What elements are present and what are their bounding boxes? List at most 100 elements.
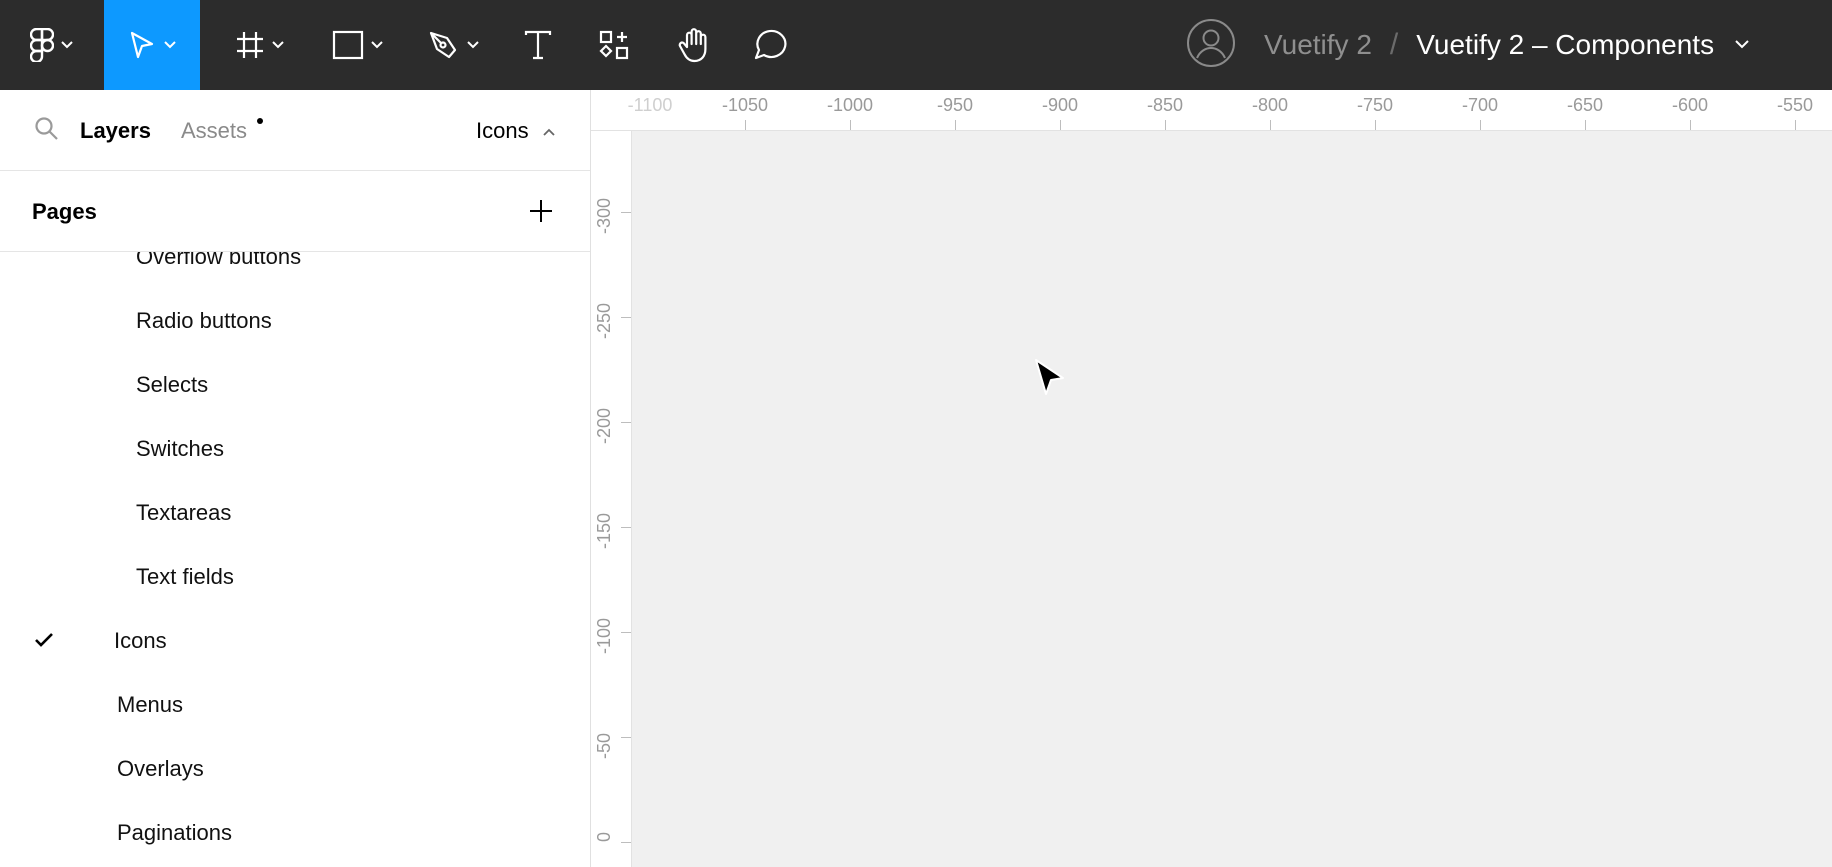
ruler-label: -250: [594, 302, 614, 339]
figma-logo-icon: [30, 28, 54, 62]
ruler-tick: [955, 120, 956, 130]
frame-hash-icon: [235, 30, 265, 60]
text-t-icon: [523, 29, 553, 61]
ruler-tick: [621, 632, 631, 633]
ruler-tick: [621, 317, 631, 318]
comment-bubble-icon: [752, 28, 788, 62]
horizontal-ruler: -1100 -1050 -1000 -950 -900 -850 -800 -7…: [591, 90, 1832, 131]
ruler-label: -600: [1671, 95, 1709, 115]
ruler-label: -100: [594, 617, 614, 654]
ruler-label: 0: [594, 831, 614, 842]
ruler-tick: [1690, 120, 1691, 130]
ruler-label: -850: [1146, 95, 1184, 115]
frame-tool-button[interactable]: [220, 0, 300, 90]
ruler-label: -150: [594, 512, 614, 549]
components-icon: [598, 29, 630, 61]
ruler-label: -650: [1566, 95, 1604, 115]
chevron-down-icon: [370, 40, 384, 50]
page-label: Icons: [114, 628, 167, 653]
ruler-tick: [1480, 120, 1481, 130]
chevron-down-icon: [466, 40, 480, 50]
ruler-tick: [745, 120, 746, 130]
main-menu-button[interactable]: [0, 0, 104, 90]
page-label: Menus: [117, 692, 184, 717]
search-icon[interactable]: [34, 116, 60, 147]
page-item-paginations[interactable]: Paginations: [117, 820, 232, 846]
page-label: Radio buttons: [136, 308, 272, 333]
hand-tool-button[interactable]: [660, 0, 728, 90]
rectangle-icon: [332, 30, 364, 60]
page-list: Overflow buttons Radio buttons Selects S…: [0, 252, 590, 867]
resources-tool-button[interactable]: [582, 0, 646, 90]
shape-tool-button[interactable]: [318, 0, 398, 90]
vertical-ruler: -300 -250 -200 -150 -100 -50 0: [591, 131, 632, 867]
ruler-label: -700: [1461, 95, 1499, 115]
page-label: Paginations: [117, 820, 232, 845]
page-item-overflow-buttons[interactable]: Overflow buttons: [136, 252, 301, 270]
add-page-icon[interactable]: [528, 198, 554, 229]
avatar[interactable]: [1186, 18, 1236, 73]
move-tool-button[interactable]: [104, 0, 200, 90]
ruler-tick: [1375, 120, 1376, 130]
ruler-tick: [621, 212, 631, 213]
page-item-switches[interactable]: Switches: [136, 436, 224, 462]
ruler-tick: [621, 737, 631, 738]
page-item-selects[interactable]: Selects: [136, 372, 208, 398]
pen-tool-button[interactable]: [414, 0, 494, 90]
ruler-label: -1050: [721, 95, 769, 115]
ruler-label: -300: [594, 197, 614, 234]
tab-assets[interactable]: Assets: [181, 118, 247, 144]
ruler-label: -200: [594, 407, 614, 444]
hand-icon: [677, 27, 711, 63]
cursor-arrow-icon: [127, 30, 157, 60]
pages-title: Pages: [32, 199, 97, 224]
page-item-textareas[interactable]: Textareas: [136, 500, 231, 526]
page-item-text-fields[interactable]: Text fields: [136, 564, 234, 590]
ruler-tick: [621, 842, 631, 843]
page-item-menus[interactable]: Menus: [117, 692, 183, 718]
checkmark-icon: [34, 632, 54, 653]
ruler-label: -1100: [627, 95, 673, 115]
ruler-tick: [1795, 120, 1796, 130]
ruler-label: -50: [594, 732, 614, 759]
page-label: Overflow buttons: [136, 252, 302, 269]
page-item-icons[interactable]: Icons: [114, 628, 167, 654]
ruler-label: -750: [1356, 95, 1394, 115]
design-canvas[interactable]: [632, 131, 1832, 867]
comment-tool-button[interactable]: [738, 0, 802, 90]
ruler-tick: [1585, 120, 1586, 130]
page-item-radio-buttons[interactable]: Radio buttons: [136, 308, 272, 334]
tab-layers[interactable]: Layers: [80, 118, 151, 144]
panel-tabs: Layers Assets Icons: [0, 90, 590, 171]
unread-dot: [257, 118, 263, 124]
ruler-tick: [621, 527, 631, 528]
pages-header: Pages: [0, 171, 590, 252]
ruler-label: -950: [936, 95, 974, 115]
chevron-down-icon: [60, 40, 74, 50]
team-name-link[interactable]: Vuetify 2: [1264, 29, 1372, 61]
page-label: Text fields: [136, 564, 234, 589]
breadcrumb-separator: /: [1389, 28, 1399, 61]
ruler-label: -800: [1251, 95, 1289, 115]
file-name[interactable]: Vuetify 2 – Components: [1416, 29, 1714, 61]
ruler-label: -1000: [826, 95, 874, 115]
page-label: Overlays: [117, 756, 204, 781]
ruler-tick: [621, 422, 631, 423]
pen-icon: [428, 30, 460, 60]
ruler-tick: [1270, 120, 1271, 130]
page-label: Textareas: [136, 500, 232, 525]
chevron-down-icon: [271, 40, 285, 50]
ruler-tick: [850, 120, 851, 130]
page-label: Switches: [136, 436, 225, 461]
ruler-tick: [1060, 120, 1061, 130]
text-tool-button[interactable]: [506, 0, 570, 90]
ruler-label: -550: [1776, 95, 1814, 115]
ruler-tick: [1165, 120, 1166, 130]
current-page-toggle[interactable]: Icons: [476, 118, 529, 144]
left-sidebar: Layers Assets Icons Pages Overflow butto…: [0, 90, 591, 867]
ruler-label: -900: [1041, 95, 1079, 115]
page-item-overlays[interactable]: Overlays: [117, 756, 204, 782]
chevron-up-icon[interactable]: [542, 124, 556, 142]
chevron-down-icon[interactable]: [1734, 36, 1750, 54]
chevron-down-icon: [163, 40, 177, 50]
